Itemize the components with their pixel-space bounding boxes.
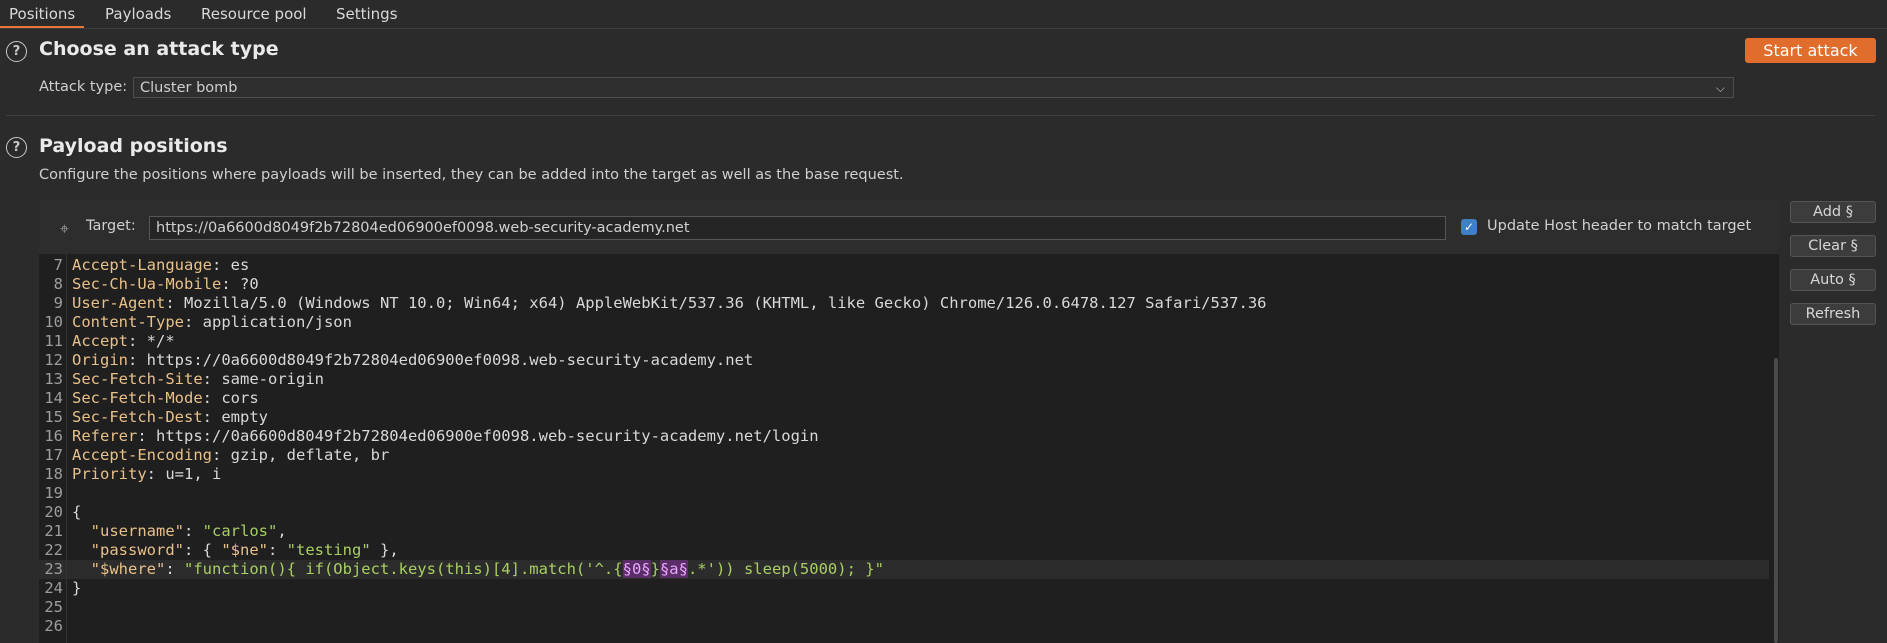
code-line: 24} [44, 579, 82, 597]
attack-type-select[interactable]: Cluster bomb ⌵ [133, 77, 1734, 98]
payload-marker[interactable]: §0§ [622, 560, 651, 578]
add-marker-button[interactable]: Add § [1790, 201, 1876, 223]
code-line: 8 Sec-Ch-Ua-Mobile: ?0 [53, 275, 259, 293]
code-line: 9 User-Agent: Mozilla/5.0 (Windows NT 10.… [53, 294, 1267, 312]
code-line: 16 Referer: https://0a6600d8049f2b72804ed… [44, 427, 819, 445]
update-host-label: Update Host header to match target [1487, 218, 1752, 234]
request-editor[interactable]: 7 Accept-Language: es 8 Sec-Ch-Ua-Mobile: … [39, 254, 1779, 643]
target-label: Target: [86, 218, 136, 234]
code-line: 13 Sec-Fetch-Site: same-origin [44, 370, 324, 388]
auto-markers-button[interactable]: Auto § [1790, 269, 1876, 291]
code-line: 17 Accept-Encoding: gzip, deflate, br [44, 446, 390, 464]
crosshair-icon: ⌖ [60, 219, 70, 238]
code-line: 20{ [44, 503, 82, 521]
tab-positions[interactable]: Positions [0, 0, 85, 28]
attack-type-label: Attack type: [39, 79, 128, 95]
section-divider [6, 115, 1875, 116]
code-line-current: 23 "$where": "function(){ if(Object.keys… [39, 560, 1769, 579]
payload-marker[interactable]: §a§ [659, 560, 688, 578]
code-line: 14 Sec-Fetch-Mode: cors [44, 389, 259, 407]
clear-markers-button[interactable]: Clear § [1790, 235, 1876, 257]
code-line: 21 "username": "carlos", [44, 522, 287, 540]
code-line: 10 Content-Type: application/json [44, 313, 352, 331]
code-line: 11 Accept: */* [44, 332, 175, 350]
tab-resource-pool[interactable]: Resource pool [192, 0, 316, 26]
help-icon[interactable]: ? [6, 137, 27, 158]
refresh-button[interactable]: Refresh [1790, 303, 1876, 325]
attack-type-value: Cluster bomb [140, 80, 238, 96]
code-line: 22 "password": { "$ne": "testing" }, [44, 541, 399, 559]
target-url-input[interactable]: https://0a6600d8049f2b72804ed06900ef0098… [149, 216, 1446, 240]
tab-bar: Positions Payloads Resource pool Setting… [0, 0, 1887, 29]
update-host-checkbox[interactable]: ✓ [1461, 219, 1477, 235]
chevron-down-icon: ⌵ [1715, 81, 1725, 95]
start-attack-button[interactable]: Start attack [1745, 38, 1876, 63]
attack-type-heading: Choose an attack type [39, 38, 279, 60]
editor-scrollbar[interactable] [1774, 358, 1778, 643]
tab-payloads[interactable]: Payloads [96, 0, 180, 26]
code-line: 19 [44, 484, 63, 502]
payload-positions-description: Configure the positions where payloads w… [39, 167, 904, 183]
tab-settings[interactable]: Settings [327, 0, 407, 26]
code-line: 26 [44, 617, 63, 635]
code-line: 7 Accept-Language: es [53, 256, 250, 274]
code-line: 15 Sec-Fetch-Dest: empty [44, 408, 268, 426]
help-icon[interactable]: ? [6, 41, 27, 62]
code-line: 18 Priority: u=1, i [44, 465, 222, 483]
code-line: 25 [44, 598, 63, 616]
code-line: 12 Origin: https://0a6600d8049f2b72804ed0… [44, 351, 754, 369]
payload-positions-heading: Payload positions [39, 135, 228, 157]
gutter-divider [66, 254, 67, 643]
